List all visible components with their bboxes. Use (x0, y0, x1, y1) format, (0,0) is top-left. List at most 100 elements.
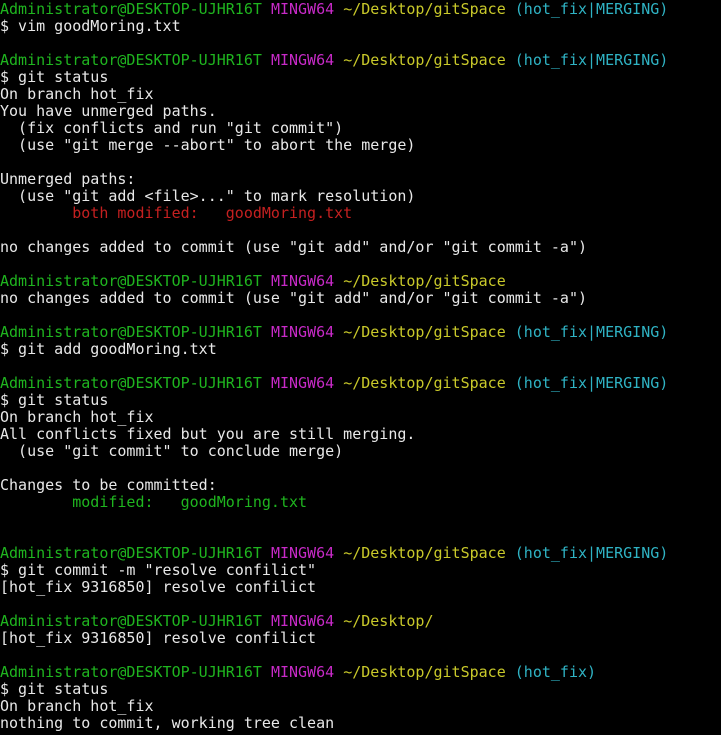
prompt-user-host: Administrator@DESKTOP-UJHR16T (0, 1, 262, 18)
prompt-branch: (hot_fix|MERGING) (514, 324, 669, 341)
terminal-line: no changes added to commit (use "git add… (0, 239, 721, 256)
terminal-text: On branch hot_fix (0, 86, 154, 103)
terminal-line: [hot_fix 9316850] resolve confilict (0, 630, 721, 647)
terminal-line: You have unmerged paths. (0, 103, 721, 120)
terminal-line: Administrator@DESKTOP-UJHR16T MINGW64 ~/… (0, 664, 721, 681)
prompt-system: MINGW64 (270, 375, 335, 392)
terminal-text: no changes added to commit (use "git add… (0, 239, 587, 256)
terminal-line: All conflicts fixed but you are still me… (0, 426, 721, 443)
terminal-text: no changes added to commit (use "git add… (0, 290, 587, 307)
terminal-text-green: modified: goodMoring.txt (0, 494, 308, 511)
terminal-line: $ vim goodMoring.txt (0, 18, 721, 35)
prompt-path: ~/Desktop/gitSpace (343, 375, 506, 392)
terminal-text: $ vim goodMoring.txt (0, 18, 181, 35)
prompt-system: MINGW64 (270, 664, 335, 681)
prompt-branch: (hot_fix) (514, 664, 597, 681)
terminal-line: Administrator@DESKTOP-UJHR16T MINGW64 ~/… (0, 52, 721, 69)
terminal-line: On branch hot_fix (0, 86, 721, 103)
prompt-path: ~/Desktop/gitSpace (343, 1, 506, 18)
prompt-path: ~/Desktop/gitSpace (343, 545, 506, 562)
prompt-user-host: Administrator@DESKTOP-UJHR16T (0, 375, 262, 392)
prompt-user-host: Administrator@DESKTOP-UJHR16T (0, 52, 262, 69)
terminal-line: no changes added to commit (use "git add… (0, 290, 721, 307)
terminal-line: nothing to commit, working tree clean (0, 715, 721, 732)
terminal-text: (use "git add <file>..." to mark resolut… (0, 188, 416, 205)
terminal-line: modified: goodMoring.txt (0, 494, 721, 511)
terminal-line: Administrator@DESKTOP-UJHR16T MINGW64 ~/… (0, 273, 721, 290)
terminal-text: $ git status (0, 392, 109, 409)
terminal-line: Administrator@DESKTOP-UJHR16T MINGW64 ~/… (0, 545, 721, 562)
prompt-path: ~/Desktop/gitSpace (343, 273, 506, 290)
terminal-line: Administrator@DESKTOP-UJHR16T MINGW64 ~/… (0, 613, 721, 630)
prompt-system: MINGW64 (270, 1, 335, 18)
terminal-text: On branch hot_fix (0, 698, 154, 715)
terminal-text: $ git status (0, 681, 109, 698)
terminal-line: (use "git merge --abort" to abort the me… (0, 137, 721, 154)
prompt-system: MINGW64 (270, 324, 335, 341)
prompt-system: MINGW64 (270, 273, 335, 290)
prompt-path: ~/Desktop/gitSpace (343, 664, 506, 681)
terminal-text: Changes to be committed: (0, 477, 217, 494)
prompt-user-host: Administrator@DESKTOP-UJHR16T (0, 664, 262, 681)
terminal-line: [hot_fix 9316850] resolve confilict (0, 579, 721, 596)
terminal-text: (use "git merge --abort" to abort the me… (0, 137, 416, 154)
prompt-path: ~/Desktop/ (343, 613, 434, 630)
terminal-text: Unmerged paths: (0, 171, 136, 188)
prompt-branch: (hot_fix|MERGING) (514, 545, 669, 562)
terminal-line: $ git add goodMoring.txt (0, 341, 721, 358)
terminal-output[interactable]: Administrator@DESKTOP-UJHR16T MINGW64 ~/… (0, 1, 721, 735)
prompt-system: MINGW64 (270, 613, 335, 630)
prompt-system: MINGW64 (270, 52, 335, 69)
prompt-system: MINGW64 (270, 545, 335, 562)
prompt-user-host: Administrator@DESKTOP-UJHR16T (0, 545, 262, 562)
terminal-text: [hot_fix 9316850] resolve confilict (0, 630, 317, 647)
terminal-line: Administrator@DESKTOP-UJHR16T MINGW64 ~/… (0, 375, 721, 392)
terminal-line: $ git status (0, 392, 721, 409)
terminal-line: both modified: goodMoring.txt (0, 205, 721, 222)
prompt-user-host: Administrator@DESKTOP-UJHR16T (0, 273, 262, 290)
terminal-text: $ git add goodMoring.txt (0, 341, 217, 358)
terminal-line: On branch hot_fix (0, 409, 721, 426)
prompt-path: ~/Desktop/gitSpace (343, 324, 506, 341)
terminal-line: $ git commit -m "resolve confilict" (0, 562, 721, 579)
terminal-text: All conflicts fixed but you are still me… (0, 426, 416, 443)
terminal-line: $ git status (0, 681, 721, 698)
terminal-text: $ git commit -m "resolve confilict" (0, 562, 317, 579)
prompt-branch: (hot_fix|MERGING) (514, 1, 669, 18)
terminal-line: Unmerged paths: (0, 171, 721, 188)
prompt-user-host: Administrator@DESKTOP-UJHR16T (0, 613, 262, 630)
terminal-line: (use "git add <file>..." to mark resolut… (0, 188, 721, 205)
terminal-line: Administrator@DESKTOP-UJHR16T MINGW64 ~/… (0, 324, 721, 341)
terminal-line: Administrator@DESKTOP-UJHR16T MINGW64 ~/… (0, 1, 721, 18)
prompt-branch: (hot_fix|MERGING) (514, 52, 669, 69)
terminal-line: On branch hot_fix (0, 698, 721, 715)
terminal-text: You have unmerged paths. (0, 103, 217, 120)
